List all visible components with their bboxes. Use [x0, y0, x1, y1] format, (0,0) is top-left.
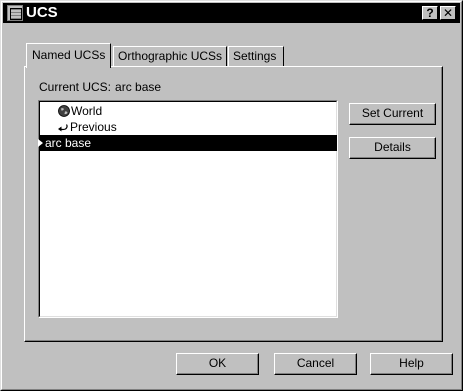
- ucs-dialog: UCS ? ✕ Named UCSs Orthographic UCSs Set…: [0, 0, 463, 391]
- list-item-previous[interactable]: Previous: [39, 119, 337, 135]
- tab-orthographic-ucss[interactable]: Orthographic UCSs: [113, 46, 227, 66]
- current-ucs-line: Current UCS: arc base: [39, 80, 161, 94]
- current-ucs-label: Current UCS:: [39, 80, 112, 94]
- named-ucss-panel: Current UCS: arc base World Previous arc…: [24, 66, 443, 342]
- dialog-title: UCS: [26, 4, 58, 21]
- help-icon[interactable]: ?: [422, 6, 438, 20]
- details-button[interactable]: Details: [349, 137, 436, 159]
- list-item-label: Previous: [70, 120, 117, 134]
- cancel-button[interactable]: Cancel: [274, 353, 357, 375]
- set-current-button[interactable]: Set Current: [349, 103, 436, 125]
- list-item-label: arc base: [45, 136, 92, 150]
- list-item-world[interactable]: World: [39, 103, 337, 119]
- ok-button[interactable]: OK: [176, 353, 259, 375]
- tab-label: Settings: [233, 49, 277, 63]
- tab-named-ucss[interactable]: Named UCSs: [26, 43, 111, 68]
- title-bar[interactable]: UCS ? ✕: [3, 3, 460, 23]
- tab-settings[interactable]: Settings: [228, 46, 284, 66]
- ucs-list[interactable]: World Previous arc base: [38, 100, 338, 318]
- selection-marker-icon: [38, 139, 43, 147]
- close-icon[interactable]: ✕: [440, 6, 456, 20]
- app-icon[interactable]: [7, 5, 23, 21]
- return-arrow-icon: [58, 124, 68, 132]
- list-item-arc-base[interactable]: arc base: [38, 135, 337, 151]
- list-item-label: World: [71, 104, 103, 118]
- current-ucs-value: arc base: [115, 80, 162, 94]
- tab-label: Named UCSs: [32, 48, 106, 62]
- globe-icon: [58, 105, 70, 117]
- help-button[interactable]: Help: [370, 353, 453, 375]
- tab-label: Orthographic UCSs: [118, 49, 223, 63]
